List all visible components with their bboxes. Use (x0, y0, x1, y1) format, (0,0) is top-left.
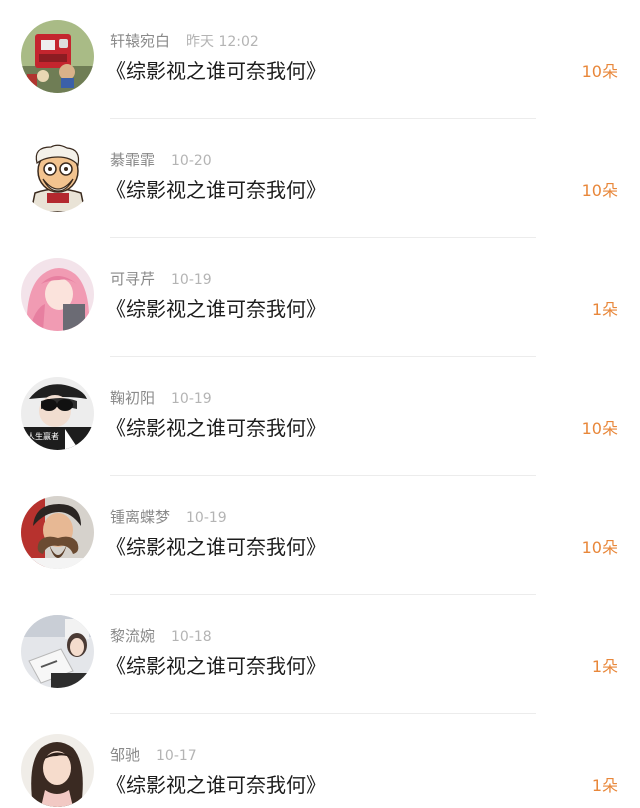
gift-count: 10朵 (581, 419, 618, 438)
work-title[interactable]: 《综影视之谁可奈我何》 (106, 651, 326, 681)
gift-comment-list: 轩辕宛白昨天 12:02 《综影视之谁可奈我何》 10朵 綦霏霏 10-20 (0, 0, 640, 808)
cartoon-old-man-icon (21, 139, 94, 212)
pink-hair-anime-girl-avatar[interactable] (21, 258, 94, 331)
cartoon-old-man-avatar[interactable] (21, 139, 94, 212)
comment-meta: 綦霏霏 10-20 (110, 149, 212, 171)
list-item[interactable]: 人生赢者 鞠初阳 10-19 《综影视之谁可奈我何》 10朵 (0, 357, 640, 476)
work-title[interactable]: 《综影视之谁可奈我何》 (106, 413, 326, 443)
work-title[interactable]: 《综影视之谁可奈我何》 (106, 294, 326, 324)
timestamp: 昨天 12:02 (186, 34, 259, 50)
username[interactable]: 綦霏霏 (110, 151, 155, 169)
comment-meta: 邹驰 10-17 (110, 744, 197, 766)
list-item[interactable]: 轩辕宛白 昨天 12:02 《综影视之谁可奈我何》 10朵 (0, 0, 640, 119)
work-title[interactable]: 《综影视之谁可奈我何》 (106, 175, 326, 205)
username[interactable]: 鞠初阳 (110, 389, 155, 407)
woman-with-book-avatar[interactable] (21, 615, 94, 688)
work-title[interactable]: 《综影视之谁可奈我何》 (106, 532, 326, 562)
mustache-man-icon (21, 496, 94, 569)
comment-meta: 轩辕宛白 昨天 12:02 (110, 30, 259, 52)
comment-meta: 黎流婉 10-18 (110, 625, 212, 647)
toy-figures-avatar[interactable] (21, 20, 94, 93)
timestamp: 10-19 (186, 510, 227, 526)
long-hair-woman-icon (21, 734, 94, 807)
toy-figures-icon (21, 20, 94, 93)
list-item[interactable]: 锺离蝶梦 10-19 《综影视之谁可奈我何》 10朵 (0, 476, 640, 595)
gift-count: 10朵 (581, 62, 618, 81)
timestamp: 10-18 (171, 629, 212, 645)
comment-meta: 锺离蝶梦 10-19 (110, 506, 227, 528)
timestamp: 10-19 (171, 391, 212, 407)
mustache-man-avatar[interactable] (21, 496, 94, 569)
comment-meta: 可寻芹 10-19 (110, 268, 212, 290)
pink-hair-anime-girl-icon (21, 258, 94, 331)
username[interactable]: 邹驰 (110, 746, 140, 764)
username[interactable]: 黎流婉 (110, 627, 155, 645)
username[interactable]: 轩辕宛白 (110, 32, 170, 50)
timestamp: 10-19 (171, 272, 212, 288)
gift-count: 10朵 (581, 538, 618, 557)
list-item[interactable]: 邹驰 10-17 《综影视之谁可奈我何》 1朵 (0, 714, 640, 808)
list-item[interactable]: 綦霏霏 10-20 《综影视之谁可奈我何》 10朵 (0, 119, 640, 238)
list-item[interactable]: 黎流婉 10-18 《综影视之谁可奈我何》 1朵 (0, 595, 640, 714)
gift-count: 1朵 (591, 300, 618, 319)
timestamp: 10-17 (156, 748, 197, 764)
work-title[interactable]: 《综影视之谁可奈我何》 (106, 56, 326, 86)
list-item[interactable]: 可寻芹 10-19 《综影视之谁可奈我何》 1朵 (0, 238, 640, 357)
gift-count: 1朵 (591, 776, 618, 795)
sunglasses-person-avatar[interactable]: 人生赢者 (21, 377, 94, 450)
gift-count: 1朵 (591, 657, 618, 676)
comment-meta: 鞠初阳 10-19 (110, 387, 212, 409)
long-hair-woman-avatar[interactable] (21, 734, 94, 807)
gift-count: 10朵 (581, 181, 618, 200)
avatar-caption: 人生赢者 (27, 431, 59, 441)
work-title[interactable]: 《综影视之谁可奈我何》 (106, 770, 326, 800)
username[interactable]: 锺离蝶梦 (110, 508, 170, 526)
sunglasses-person-icon: 人生赢者 (21, 377, 94, 450)
timestamp: 10-20 (171, 153, 212, 169)
username[interactable]: 可寻芹 (110, 270, 155, 288)
woman-with-book-icon (21, 615, 94, 688)
